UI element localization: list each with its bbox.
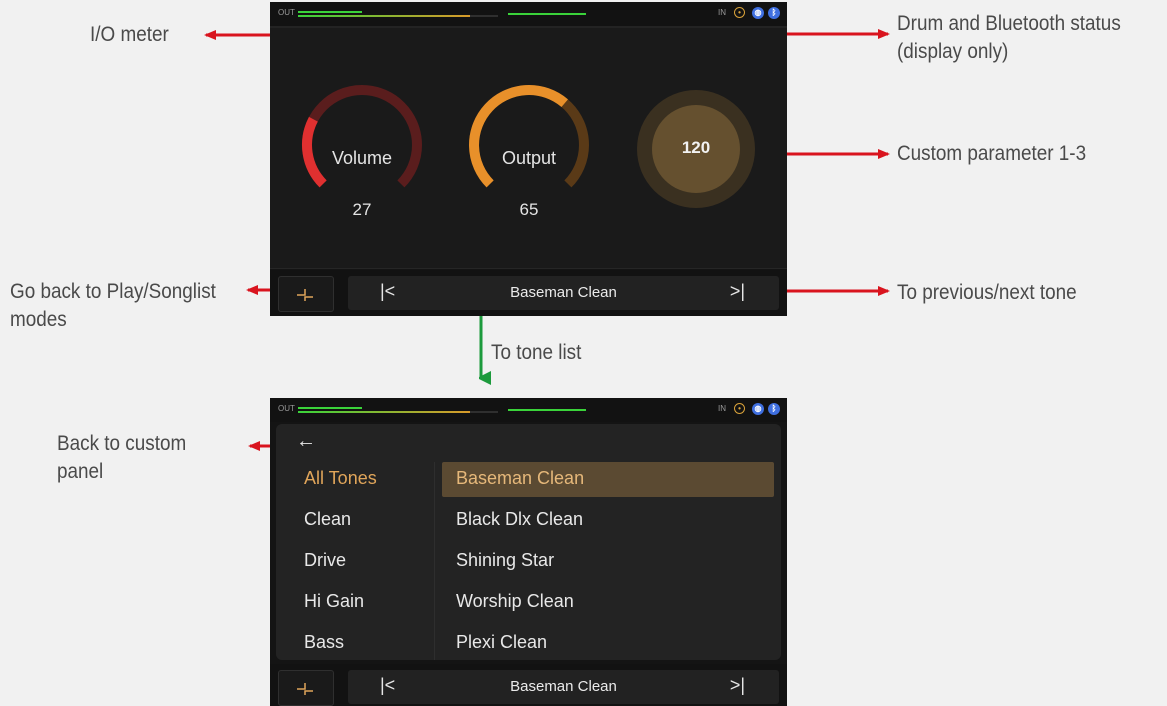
custom-panel-screen: OUT IN • ◍ ᛒ Volume 27 Output 65 120 |< … bbox=[270, 2, 787, 316]
tone-list-panel: ← All Tones Clean Drive Hi Gain Bass Baseman… bbox=[276, 424, 781, 660]
callout-back-custom: Back to custom panel bbox=[57, 430, 186, 486]
knob-bpm[interactable]: 120 bbox=[637, 90, 755, 208]
mode-icon bbox=[297, 683, 313, 695]
knob-output[interactable] bbox=[464, 80, 594, 210]
bottom-nav-bar-2: |< Baseman Clean >| bbox=[270, 664, 787, 706]
tone-list-screen: OUT IN • ◍ ᛒ ← All Tones Clean Drive Hi Gai… bbox=[270, 398, 787, 706]
mode-icon bbox=[297, 289, 313, 301]
callout-prev-next: To previous/next tone bbox=[897, 281, 1077, 304]
category-item[interactable]: All Tones bbox=[304, 468, 377, 489]
tone-name-button[interactable]: Baseman Clean bbox=[348, 284, 779, 301]
back-to-play-button-2[interactable] bbox=[278, 670, 334, 706]
in-meter-fill bbox=[508, 13, 586, 15]
metronome-icon: ◍ bbox=[752, 7, 764, 19]
tone-item[interactable]: Worship Clean bbox=[456, 591, 574, 612]
category-item[interactable]: Hi Gain bbox=[304, 591, 364, 612]
callout-back-custom-line2: panel bbox=[57, 460, 104, 483]
callout-status-line1: Drum and Bluetooth status bbox=[897, 12, 1121, 35]
knob-bpm-value: 120 bbox=[681, 138, 711, 157]
knob-volume-value: 27 bbox=[352, 200, 372, 219]
drum-icon: • bbox=[734, 7, 745, 18]
callout-status: Drum and Bluetooth status (display only) bbox=[897, 10, 1121, 66]
next-tone-button-2[interactable]: >| bbox=[730, 675, 745, 696]
tone-nav-box-2: |< Baseman Clean >| bbox=[348, 670, 779, 704]
custom-parameter-panel: Volume 27 Output 65 120 bbox=[270, 26, 787, 269]
bottom-nav-bar: |< Baseman Clean >| bbox=[270, 270, 787, 316]
knob-bpm-inner: 120 bbox=[652, 105, 740, 193]
out-label: OUT bbox=[278, 8, 295, 17]
tone-name-button-2[interactable]: Baseman Clean bbox=[348, 678, 779, 695]
drum-icon: • bbox=[734, 403, 745, 414]
bluetooth-icon: ᛒ bbox=[768, 7, 780, 19]
back-to-custom-button[interactable]: ← bbox=[296, 430, 316, 453]
back-to-play-button[interactable] bbox=[278, 276, 334, 312]
next-tone-button[interactable]: >| bbox=[730, 281, 745, 302]
out-meter-fill-1 bbox=[298, 11, 362, 13]
category-item[interactable]: Bass bbox=[304, 632, 344, 653]
tone-item[interactable]: Baseman Clean bbox=[456, 468, 584, 489]
out-meter-fill-2b bbox=[298, 411, 470, 413]
knob-volume[interactable] bbox=[297, 80, 427, 210]
tone-item[interactable]: Plexi Clean bbox=[456, 632, 547, 653]
callout-tone-list: To tone list bbox=[491, 341, 582, 364]
knob-volume-track bbox=[302, 85, 422, 188]
in-label: IN bbox=[718, 8, 726, 17]
callout-back-custom-line1: Back to custom bbox=[57, 432, 187, 455]
out-meter-fill-2 bbox=[298, 15, 470, 17]
knob-volume-label: Volume bbox=[331, 148, 393, 168]
knob-output-label: Output bbox=[501, 148, 557, 168]
callout-custom-param: Custom parameter 1-3 bbox=[897, 142, 1087, 165]
knob-output-fill bbox=[469, 85, 568, 188]
tone-item[interactable]: Black Dlx Clean bbox=[456, 509, 583, 530]
knob-output-value: 65 bbox=[519, 200, 539, 219]
tone-item[interactable]: Shining Star bbox=[456, 550, 554, 571]
top-status-bar: OUT IN • ◍ ᛒ bbox=[270, 2, 787, 26]
category-item[interactable]: Drive bbox=[304, 550, 346, 571]
category-item[interactable]: Clean bbox=[304, 509, 351, 530]
top-status-bar-2: OUT IN • ◍ ᛒ bbox=[270, 398, 787, 422]
out-label-2: OUT bbox=[278, 404, 295, 413]
callout-status-line2: (display only) bbox=[897, 40, 1009, 63]
list-divider bbox=[434, 462, 435, 660]
callout-go-back-line2: modes bbox=[10, 308, 67, 331]
metronome-icon: ◍ bbox=[752, 403, 764, 415]
in-meter-fill-2 bbox=[508, 409, 586, 411]
out-meter-fill-2a bbox=[298, 407, 362, 409]
callout-io-meter: I/O meter bbox=[90, 23, 169, 46]
bluetooth-icon: ᛒ bbox=[768, 403, 780, 415]
callout-go-back: Go back to Play/Songlist modes bbox=[10, 278, 216, 334]
tone-nav-box: |< Baseman Clean >| bbox=[348, 276, 779, 310]
callout-go-back-line1: Go back to Play/Songlist bbox=[10, 280, 216, 303]
in-label-2: IN bbox=[718, 404, 726, 413]
